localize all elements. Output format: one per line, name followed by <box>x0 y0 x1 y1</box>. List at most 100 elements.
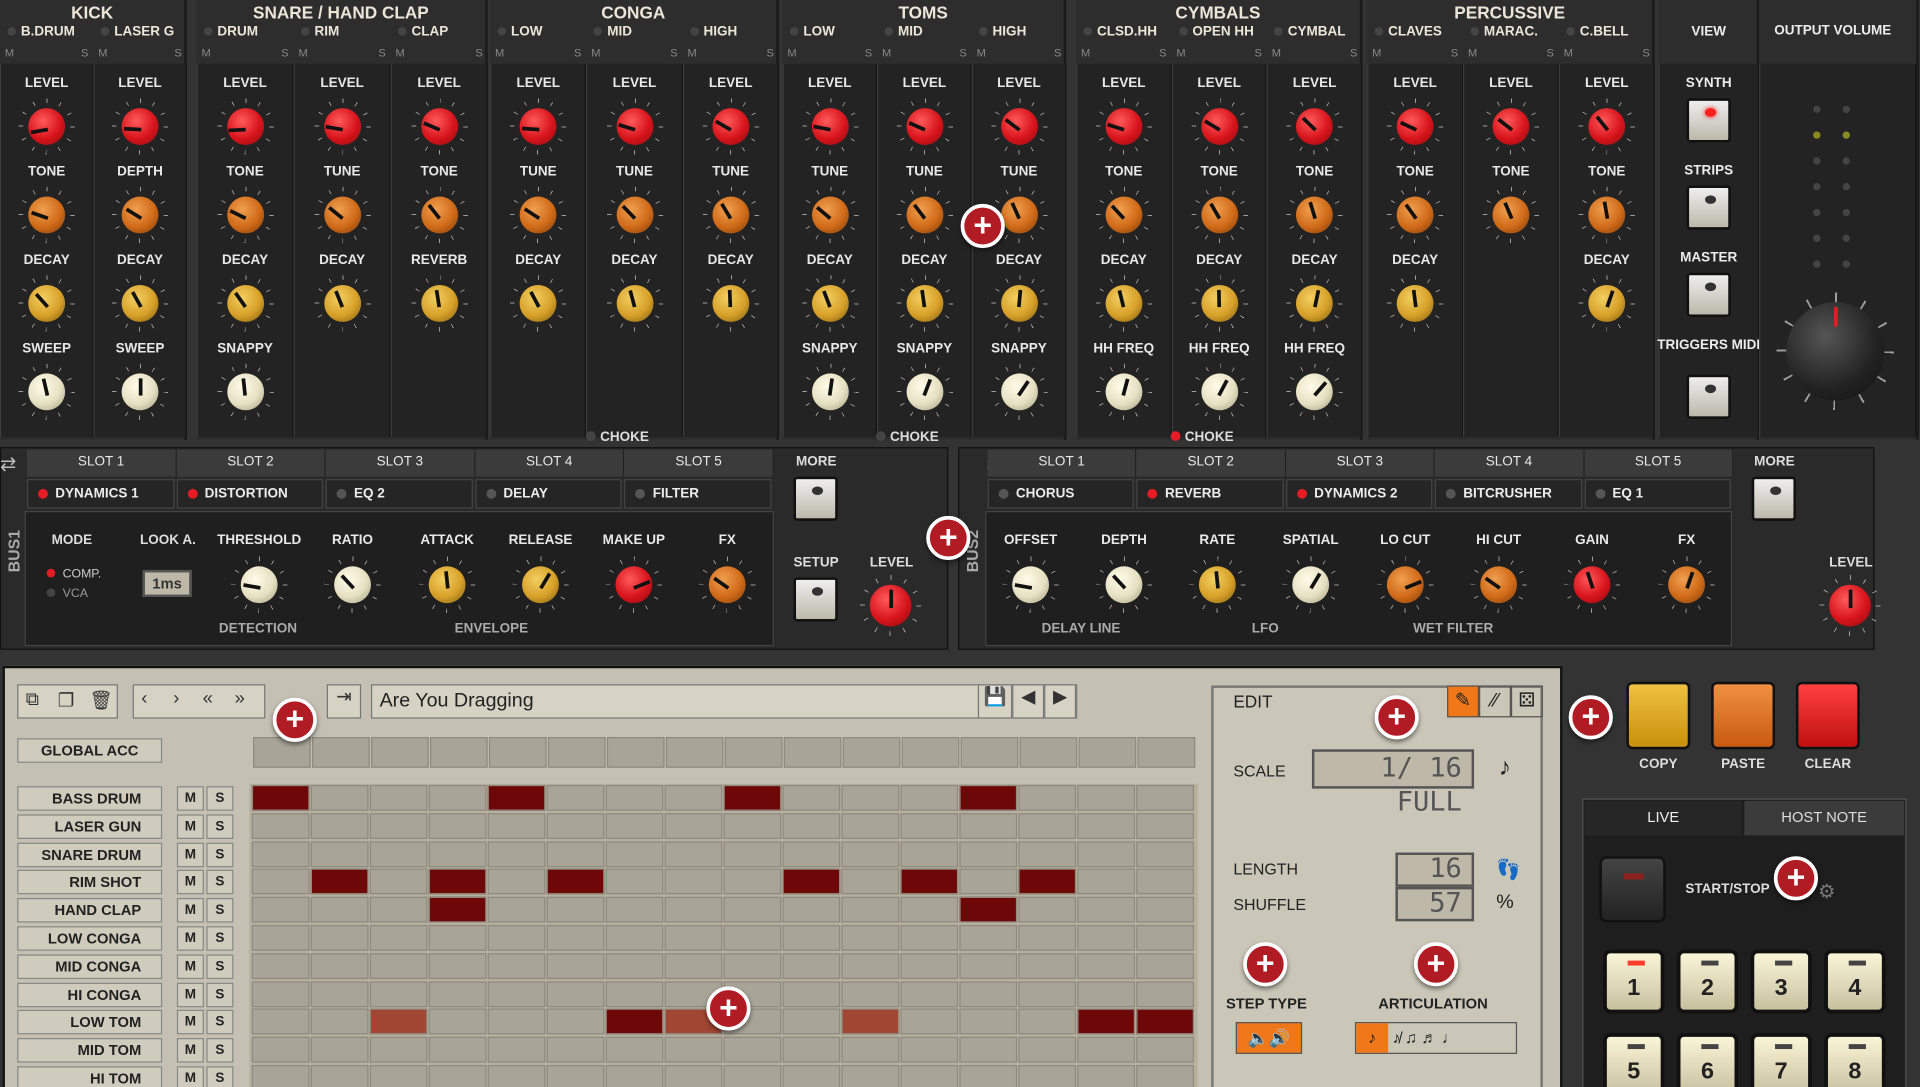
step-cell[interactable] <box>723 1036 782 1063</box>
step-cell[interactable] <box>959 952 1018 979</box>
pattern-pad[interactable]: 1 <box>1603 949 1665 1014</box>
step-cell[interactable] <box>310 868 369 895</box>
mute-solo[interactable]: MS <box>5 47 89 62</box>
step-cell[interactable] <box>1136 952 1195 979</box>
step-cell[interactable] <box>605 980 664 1007</box>
step-cell[interactable] <box>428 840 487 867</box>
step-cell[interactable] <box>428 980 487 1007</box>
step-cell[interactable] <box>605 784 664 811</box>
decay-knob[interactable] <box>616 284 653 322</box>
bus1-route-icon[interactable]: ⇄ <box>0 452 16 477</box>
step-cell[interactable] <box>900 868 959 895</box>
step-cell[interactable] <box>251 1008 310 1035</box>
bus-effect-slot[interactable]: FILTER <box>624 479 772 509</box>
step-cell[interactable] <box>310 1008 369 1035</box>
tone-knob[interactable] <box>1396 196 1434 234</box>
step-cell[interactable] <box>1018 1036 1077 1063</box>
step-cell[interactable] <box>369 868 428 895</box>
level-knob[interactable] <box>323 108 361 145</box>
ratio-knob[interactable] <box>334 566 371 604</box>
step-cell[interactable] <box>1136 1036 1195 1063</box>
step-cell[interactable] <box>251 896 310 923</box>
step-cell[interactable] <box>310 924 369 951</box>
decay-knob[interactable] <box>226 284 264 322</box>
tab-host-note[interactable]: HOST NOTE <box>1744 800 1905 836</box>
step-cell[interactable] <box>841 980 900 1007</box>
shuffle-display[interactable]: 57 <box>1395 886 1475 922</box>
choke-toggle[interactable]: CHOKE <box>1170 430 1234 445</box>
step-cell[interactable] <box>782 1065 841 1087</box>
step-cell[interactable] <box>900 896 959 923</box>
snappy-knob[interactable] <box>1000 373 1038 411</box>
hi-cut-knob[interactable] <box>1480 566 1518 604</box>
step-cell[interactable] <box>959 812 1018 839</box>
snappy-knob[interactable] <box>811 373 849 411</box>
tone-knob[interactable] <box>420 196 458 234</box>
track-label[interactable]: MID CONGA <box>17 954 163 979</box>
step-cell[interactable] <box>900 1036 959 1063</box>
step-cell[interactable] <box>605 840 664 867</box>
paste-button[interactable] <box>1711 681 1776 750</box>
step-cell[interactable] <box>369 952 428 979</box>
instrument-name[interactable]: CYMBAL <box>1274 25 1346 39</box>
bus-slot-tab[interactable]: SLOT 3 <box>325 449 476 477</box>
step-cell[interactable] <box>546 868 605 895</box>
decay-knob[interactable] <box>811 284 849 322</box>
step-cell[interactable] <box>782 812 841 839</box>
instrument-name[interactable]: MID <box>593 25 632 39</box>
randomize-icon[interactable]: ⚄ <box>1510 685 1543 718</box>
accent-step[interactable] <box>842 737 901 768</box>
add-marker[interactable]: + <box>1413 942 1459 987</box>
bus-slot-tab[interactable]: SLOT 4 <box>1435 449 1585 477</box>
step-cell[interactable] <box>782 1036 841 1063</box>
view-strips-button[interactable] <box>1686 185 1731 230</box>
step-cell[interactable] <box>1136 1008 1195 1035</box>
bus-effect-slot[interactable]: DYNAMICS 2 <box>1285 479 1433 509</box>
step-cell[interactable] <box>1077 812 1136 839</box>
instrument-name[interactable]: B.DRUM <box>7 25 75 39</box>
accent-step[interactable] <box>312 737 370 768</box>
mute-solo[interactable]: MS <box>396 47 483 62</box>
bus-effect-slot[interactable]: REVERB <box>1136 479 1284 509</box>
lo-cut-knob[interactable] <box>1386 566 1424 604</box>
step-cell[interactable] <box>1018 924 1077 951</box>
mute-solo[interactable]: MS <box>495 47 581 62</box>
copy-pattern-icon[interactable]: ⧉ <box>26 689 39 710</box>
step-cell[interactable] <box>369 840 428 867</box>
step-cell[interactable] <box>546 1065 605 1087</box>
step-cell[interactable] <box>546 980 605 1007</box>
tune-knob[interactable] <box>905 196 943 234</box>
tone-knob[interactable] <box>226 196 264 234</box>
level-knob[interactable] <box>1200 108 1238 145</box>
step-cell[interactable] <box>369 1036 428 1063</box>
track-label[interactable]: SNARE DRUM <box>17 842 163 867</box>
step-cell[interactable] <box>251 980 310 1007</box>
track-mute-button[interactable]: M <box>176 898 204 923</box>
instrument-name[interactable]: HIGH <box>979 25 1026 39</box>
step-cell[interactable] <box>1018 980 1077 1007</box>
release-knob[interactable] <box>522 566 559 604</box>
gain-knob[interactable] <box>1573 566 1611 604</box>
accent-step[interactable] <box>1019 737 1078 768</box>
start-stop-button[interactable] <box>1599 856 1666 923</box>
step-cell[interactable] <box>605 868 664 895</box>
track-mute-button[interactable]: M <box>176 982 204 1007</box>
mute-solo[interactable]: MS <box>98 47 182 62</box>
step-cell[interactable] <box>959 896 1018 923</box>
add-marker[interactable]: + <box>1773 856 1819 901</box>
step-cell[interactable] <box>959 1065 1018 1087</box>
track-label[interactable]: MID TOM <box>17 1038 163 1063</box>
pattern-pad[interactable]: 8 <box>1824 1033 1886 1087</box>
hh-freq-knob[interactable] <box>1296 373 1334 411</box>
step-cell[interactable] <box>664 924 723 951</box>
instrument-name[interactable]: DRUM <box>203 25 258 39</box>
instrument-name[interactable]: LOW <box>789 25 835 39</box>
bus-slot-tab[interactable]: SLOT 5 <box>1584 449 1734 477</box>
step-cell[interactable] <box>310 840 369 867</box>
step-cell[interactable] <box>605 1036 664 1063</box>
bus-effect-slot[interactable]: DISTORTION <box>176 479 324 509</box>
track-solo-button[interactable]: S <box>206 1038 234 1063</box>
step-cell[interactable] <box>251 1036 310 1063</box>
step-cell[interactable] <box>1018 840 1077 867</box>
bus1-mode-comp[interactable]: COMP. <box>46 568 101 581</box>
